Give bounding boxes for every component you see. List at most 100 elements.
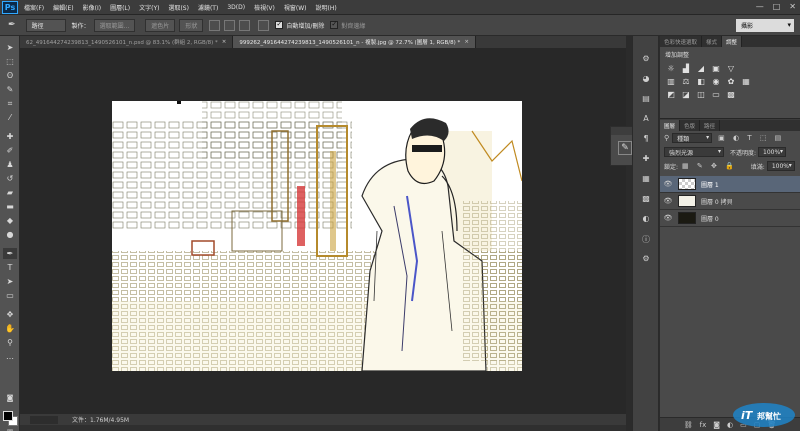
menu-layer[interactable]: 圖層(L) (110, 3, 130, 12)
menu-view[interactable]: 檢視(V) (254, 3, 275, 12)
crop-tool-icon[interactable]: ⌗ (3, 98, 17, 109)
mask-icon[interactable]: ◙ (713, 421, 720, 429)
quick-select-tool-icon[interactable]: ✎ (3, 84, 17, 95)
extra-tool-icon[interactable]: … (3, 351, 17, 362)
tab-color-range[interactable]: 色彩快速選取 (660, 36, 703, 47)
tool-presets-icon[interactable]: ✚ (640, 154, 652, 164)
horizontal-scrollbar[interactable] (20, 425, 626, 431)
link-icon[interactable]: ⛓ (684, 421, 693, 429)
navigator-icon[interactable]: ⚙ (640, 254, 652, 264)
eye-icon[interactable]: 👁 (660, 214, 676, 222)
invert-icon[interactable]: ◩ (666, 90, 676, 99)
type-tool-icon[interactable]: T (3, 262, 17, 273)
opacity-input[interactable]: 100% (758, 147, 787, 157)
layer-row[interactable]: 👁 圖層 0 (660, 210, 800, 227)
color-wheel-icon[interactable]: ◕ (640, 74, 652, 84)
lookup-icon[interactable]: ▦ (741, 77, 751, 86)
history-icon[interactable]: ⚙ (640, 54, 652, 64)
layer-comps-icon[interactable]: ▦ (640, 174, 652, 184)
foreground-color-swatch[interactable] (3, 411, 13, 421)
clone-stamp-tool-icon[interactable]: ♟ (3, 159, 17, 170)
quick-mask-icon[interactable]: ◙ (3, 392, 17, 403)
make-selection-button[interactable]: 選取範圍... (93, 18, 136, 32)
blend-mode-select[interactable]: 強烈光源 (664, 147, 724, 157)
mixer-icon[interactable]: ✿ (726, 77, 736, 86)
menu-help[interactable]: 說明(H) (316, 3, 337, 12)
path-arrangement-icon[interactable] (239, 19, 251, 31)
zoom-level-field[interactable] (30, 415, 58, 424)
levels-icon[interactable]: ▟ (681, 64, 691, 73)
minimize-icon[interactable]: — (756, 2, 764, 11)
path-operations-icon[interactable] (209, 19, 221, 31)
gradient-tool-icon[interactable]: ▬ (3, 201, 17, 212)
menu-edit[interactable]: 編輯(E) (53, 3, 73, 12)
adjust-icon[interactable]: ◐ (640, 214, 652, 224)
bw-icon[interactable]: ◧ (696, 77, 706, 86)
tab-channels[interactable]: 色版 (680, 120, 701, 131)
pen-tool-icon[interactable]: ✒ (3, 248, 17, 259)
menu-filter[interactable]: 濾鏡(T) (198, 3, 218, 12)
workspace-select[interactable]: 攝影 (736, 19, 794, 32)
close-icon[interactable]: ✕ (789, 2, 796, 11)
brightness-icon[interactable]: ☼ (666, 64, 676, 73)
pen-tool-preset-icon[interactable]: ✒ (8, 20, 16, 30)
clone-source-icon[interactable]: ▩ (640, 194, 652, 204)
lock-icons[interactable]: ▦ ✎ ✥ 🔒 (682, 162, 737, 170)
layer-filter-select[interactable]: 種類 (672, 133, 713, 143)
info-icon[interactable]: ⓘ (640, 234, 652, 244)
menu-window[interactable]: 視窗(W) (284, 3, 307, 12)
curves-icon[interactable]: ◢ (696, 64, 706, 73)
menu-select[interactable]: 選取(S) (168, 3, 189, 12)
healing-brush-tool-icon[interactable]: ✚ (3, 131, 17, 142)
make-shape-button[interactable]: 形狀 (179, 18, 204, 32)
lasso-tool-icon[interactable]: ʘ (3, 70, 17, 81)
posterize-icon[interactable]: ◪ (681, 90, 691, 99)
tab-adjustments[interactable]: 調整 (722, 36, 743, 47)
image-canvas[interactable] (112, 101, 522, 371)
layer-row[interactable]: 👁 圖層 1 (660, 176, 800, 193)
fill-input[interactable]: 100% (766, 161, 795, 171)
path-selection-tool-icon[interactable]: ➤ (3, 276, 17, 287)
tab-layers[interactable]: 圖層 (660, 120, 681, 131)
menu-type[interactable]: 文字(Y) (139, 3, 159, 12)
threshold-icon[interactable]: ◫ (696, 90, 706, 99)
auto-add-delete-checkbox[interactable] (275, 20, 284, 29)
tab-document-psd[interactable]: 62_491644274239813_1490526101_n.psd @ 83… (20, 36, 234, 48)
selective-color-icon[interactable]: ▩ (726, 90, 736, 99)
screen-mode-icon[interactable]: ▣ (3, 426, 17, 431)
menu-3d[interactable]: 3D(D) (227, 4, 245, 11)
make-mask-button[interactable]: 遮色片 (145, 18, 176, 32)
triangle-icon[interactable]: ▽ (726, 64, 736, 73)
mode-select[interactable]: 路徑 (25, 18, 66, 32)
character-icon[interactable]: A (640, 114, 652, 124)
brush-preset-icon[interactable]: ✎ (618, 141, 632, 155)
tab-paths[interactable]: 路徑 (700, 120, 721, 131)
dodge-tool-icon[interactable]: ● (3, 229, 17, 240)
blur-tool-icon[interactable]: ◆ (3, 215, 17, 226)
eyedropper-tool-icon[interactable]: ⁄ (3, 112, 17, 123)
gradient-map-icon[interactable]: ▭ (711, 90, 721, 99)
move-tool-icon[interactable]: ➤ (3, 42, 17, 53)
eraser-tool-icon[interactable]: ▰ (3, 187, 17, 198)
filter-icons[interactable]: ▣ ◐ T ⬚ ▤ (718, 134, 784, 142)
menu-image[interactable]: 影像(I) (83, 3, 101, 12)
tab-document-jpg[interactable]: 999262_491644274239813_1490526101_n - 複製… (233, 36, 476, 48)
hand-tool-icon[interactable]: ✋ (3, 323, 17, 334)
clipboard-icon[interactable]: ▤ (640, 94, 652, 104)
rectangle-tool-icon[interactable]: ▭ (3, 290, 17, 301)
fx-icon[interactable]: fx (700, 421, 707, 429)
align-edges-checkbox[interactable] (330, 20, 339, 29)
marquee-tool-icon[interactable]: ⬚ (3, 56, 17, 67)
tab-styles[interactable]: 樣式 (702, 36, 723, 47)
brush-tool-icon[interactable]: ✐ (3, 145, 17, 156)
tab-close-icon[interactable]: × (222, 39, 227, 45)
balance-icon[interactable]: ⚖ (681, 77, 691, 86)
layer-row[interactable]: 👁 圖層 0 拷貝 (660, 193, 800, 210)
vibrance-icon[interactable]: ▥ (666, 77, 676, 86)
path-alignment-icon[interactable] (224, 19, 236, 31)
menu-file[interactable]: 檔案(F) (24, 3, 44, 12)
eye-icon[interactable]: 👁 (660, 197, 676, 205)
history-brush-tool-icon[interactable]: ↺ (3, 173, 17, 184)
tab-close-icon[interactable]: × (464, 39, 469, 45)
paragraph-icon[interactable]: ¶ (640, 134, 652, 144)
